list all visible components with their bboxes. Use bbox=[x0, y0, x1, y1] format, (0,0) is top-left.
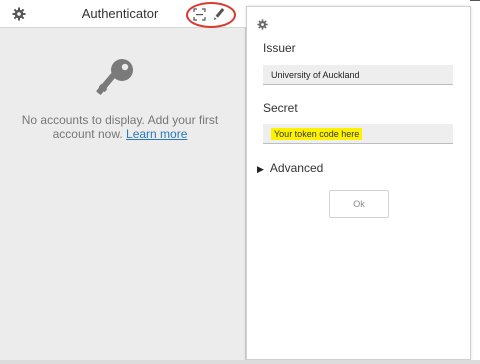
issuer-value: University of Auckland bbox=[271, 70, 360, 80]
ok-button[interactable]: Ok bbox=[329, 190, 389, 218]
advanced-label: Advanced bbox=[269, 161, 324, 175]
learn-more-link[interactable]: Learn more bbox=[126, 127, 187, 141]
empty-message-line1: No accounts to display. Add your first bbox=[21, 113, 219, 127]
empty-accounts-message: No accounts to display. Add your first a… bbox=[10, 113, 230, 141]
app-title: Authenticator bbox=[81, 6, 159, 21]
add-account-form: Issuer University of Auckland Secret You… bbox=[246, 6, 471, 360]
authenticator-popup: Authenticator No accounts to display. Ad… bbox=[0, 0, 246, 364]
empty-message-line2: account now. Learn more bbox=[10, 127, 230, 141]
triangle-right-icon: ▶ bbox=[257, 164, 264, 174]
popup-header: Authenticator bbox=[0, 0, 246, 28]
advanced-toggle[interactable]: ▶ Advanced bbox=[257, 161, 323, 175]
issuer-input[interactable]: University of Auckland bbox=[263, 65, 453, 85]
window-edge bbox=[470, 0, 480, 6]
empty-message-line2-text: account now. bbox=[52, 127, 123, 141]
secret-input[interactable]: Your token code here bbox=[263, 124, 453, 144]
bottom-edge bbox=[0, 360, 480, 364]
issuer-label: Issuer bbox=[263, 41, 296, 55]
gear-icon[interactable] bbox=[12, 7, 26, 21]
scan-qr-icon[interactable] bbox=[193, 8, 206, 21]
secret-label: Secret bbox=[263, 101, 298, 115]
pencil-icon[interactable] bbox=[212, 7, 226, 21]
gear-icon[interactable] bbox=[257, 19, 268, 30]
key-icon bbox=[96, 59, 133, 95]
secret-value: Your token code here bbox=[271, 128, 363, 140]
